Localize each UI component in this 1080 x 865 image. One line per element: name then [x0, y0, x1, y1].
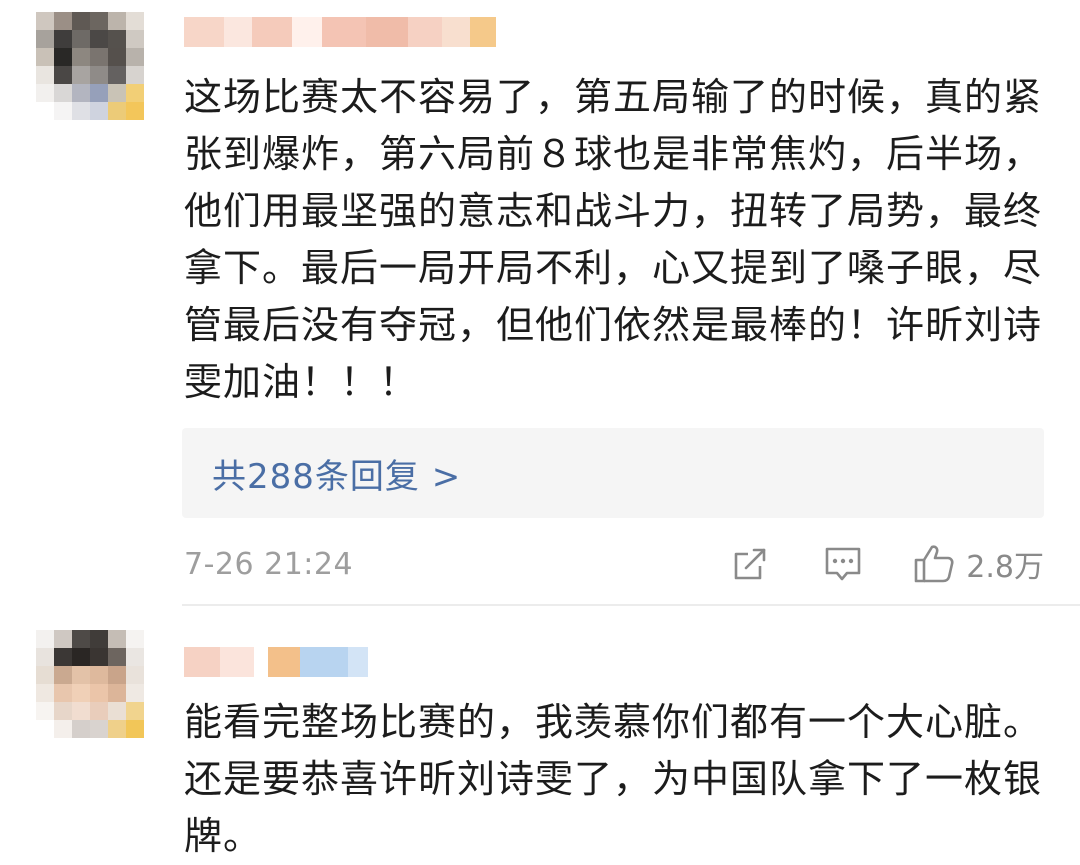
- replies-box[interactable]: 共288条回复 >: [182, 428, 1044, 518]
- like-button[interactable]: 2.8万: [912, 542, 1044, 586]
- avatar[interactable]: [36, 630, 144, 738]
- comment-item: 能看完整场比赛的，我羡慕你们都有一个大心脏。还是要恭喜许昕刘诗雯了，为中国队拿下…: [0, 606, 1080, 864]
- comment-button[interactable]: [822, 544, 864, 584]
- username-blurred[interactable]: [184, 12, 496, 52]
- comment-text: 这场比赛太不容易了，第五局输了的时候，真的紧张到爆炸，第六局前８球也是非常焦灼，…: [184, 75, 1043, 404]
- timestamp: 7-26 21:24: [184, 546, 354, 582]
- view-replies-link[interactable]: 共288条回复 >: [212, 449, 461, 498]
- share-icon: [734, 548, 766, 580]
- comment-icon: [825, 547, 861, 581]
- like-count: 2.8万: [966, 550, 1044, 585]
- comment-item: 这场比赛太不容易了，第五局输了的时候，真的紧张到爆炸，第六局前８球也是非常焦灼，…: [0, 0, 1080, 605]
- username-blurred[interactable]: [184, 642, 368, 682]
- comment-text: 能看完整场比赛的，我羡慕你们都有一个大心脏。还是要恭喜许昕刘诗雯了，为中国队拿下…: [184, 700, 1043, 858]
- thumbs-up-icon: [914, 545, 954, 583]
- share-button[interactable]: [730, 544, 770, 584]
- avatar[interactable]: [36, 12, 144, 120]
- comment-actions: 2.8万: [730, 542, 1044, 586]
- comment-meta: 7-26 21:24 2.8万: [184, 538, 1044, 590]
